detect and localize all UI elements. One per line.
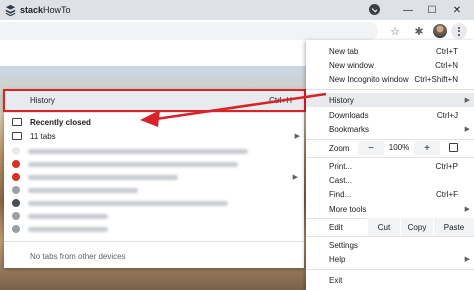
recent-item-blurred[interactable] <box>12 145 302 157</box>
divider <box>306 269 474 270</box>
history-submenu: History Ctrl+H Recently closed 11 tabs ▶… <box>4 90 304 268</box>
menu-more-tools[interactable]: More tools ▶ <box>306 202 474 216</box>
title-bar: stackHowTo — ☐ ✕ <box>0 0 474 20</box>
favicon-icon <box>12 147 20 155</box>
zoom-in-button[interactable]: + <box>414 141 440 155</box>
favicon-icon <box>12 173 20 181</box>
favicon-icon <box>12 160 20 168</box>
divider <box>4 241 304 242</box>
menu-downloads[interactable]: Downloads Ctrl+J <box>306 108 474 122</box>
extensions-icon[interactable]: ✱ <box>411 23 427 39</box>
chevron-right-icon: ▶ <box>464 206 470 213</box>
history-highlight-box <box>3 89 306 112</box>
chevron-right-icon: ▶ <box>464 126 470 133</box>
favicon-icon <box>12 199 20 207</box>
chevron-right-icon: ▶ <box>294 133 300 140</box>
menu-bookmarks[interactable]: Bookmarks ▶ <box>306 122 474 136</box>
chrome-menu-button[interactable] <box>451 23 467 39</box>
divider <box>306 139 474 140</box>
zoom-out-button[interactable]: − <box>358 141 384 155</box>
divider <box>306 236 474 237</box>
address-bar[interactable] <box>0 22 378 40</box>
chevron-right-icon: ▶ <box>292 174 298 181</box>
recent-item-blurred[interactable] <box>12 223 302 235</box>
menu-help[interactable]: Help ▶ <box>306 252 474 266</box>
tabs-group-icon <box>12 132 22 140</box>
paste-button[interactable]: Paste <box>433 218 474 236</box>
menu-new-window[interactable]: New window Ctrl+N <box>306 58 474 72</box>
menu-new-incognito-window[interactable]: New Incognito window Ctrl+Shift+N <box>306 72 474 86</box>
chrome-main-menu: New tab Ctrl+T New window Ctrl+N New Inc… <box>306 40 474 290</box>
favicon-icon <box>12 212 20 220</box>
tab-title: stackHowTo <box>20 5 71 15</box>
copy-button[interactable]: Copy <box>400 218 433 236</box>
browser-tab[interactable]: stackHowTo <box>0 0 120 20</box>
maximize-button[interactable]: ☐ <box>424 2 440 18</box>
menu-history[interactable]: History ▶ <box>306 93 474 107</box>
divider <box>306 89 474 90</box>
menu-new-tab[interactable]: New tab Ctrl+T <box>306 44 474 58</box>
no-other-devices-label: No tabs from other devices <box>30 252 126 261</box>
zoom-level: 100% <box>388 143 410 152</box>
closed-tabs-group[interactable]: 11 tabs ▶ <box>4 127 304 145</box>
minimize-button[interactable]: — <box>400 2 416 18</box>
chevron-right-icon: ▶ <box>464 256 470 263</box>
recent-item-blurred[interactable] <box>12 158 302 170</box>
bookmark-star-icon[interactable]: ☆ <box>387 23 403 39</box>
menu-exit[interactable]: Exit <box>306 273 474 287</box>
menu-settings[interactable]: Settings <box>306 238 474 252</box>
profile-avatar[interactable] <box>433 24 447 38</box>
stackhowto-logo-icon <box>5 4 16 16</box>
tab-search-icon[interactable] <box>369 4 380 15</box>
menu-cast[interactable]: Cast... <box>306 173 474 187</box>
menu-find[interactable]: Find... Ctrl+F <box>306 187 474 201</box>
recent-item-blurred[interactable]: ▶ <box>12 171 302 183</box>
cut-button[interactable]: Cut <box>367 218 400 236</box>
menu-print[interactable]: Print... Ctrl+P <box>306 159 474 173</box>
recent-item-blurred[interactable] <box>12 184 302 196</box>
close-button[interactable]: ✕ <box>449 2 465 18</box>
favicon-icon <box>12 225 20 233</box>
chevron-right-icon: ▶ <box>464 97 470 104</box>
fullscreen-icon[interactable] <box>449 143 458 152</box>
recently-closed-icon <box>12 118 22 126</box>
divider <box>306 157 474 158</box>
browser-toolbar: ☆ ✱ <box>0 20 474 42</box>
recent-item-blurred[interactable] <box>12 210 302 222</box>
favicon-icon <box>12 186 20 194</box>
recent-item-blurred[interactable] <box>12 197 302 209</box>
